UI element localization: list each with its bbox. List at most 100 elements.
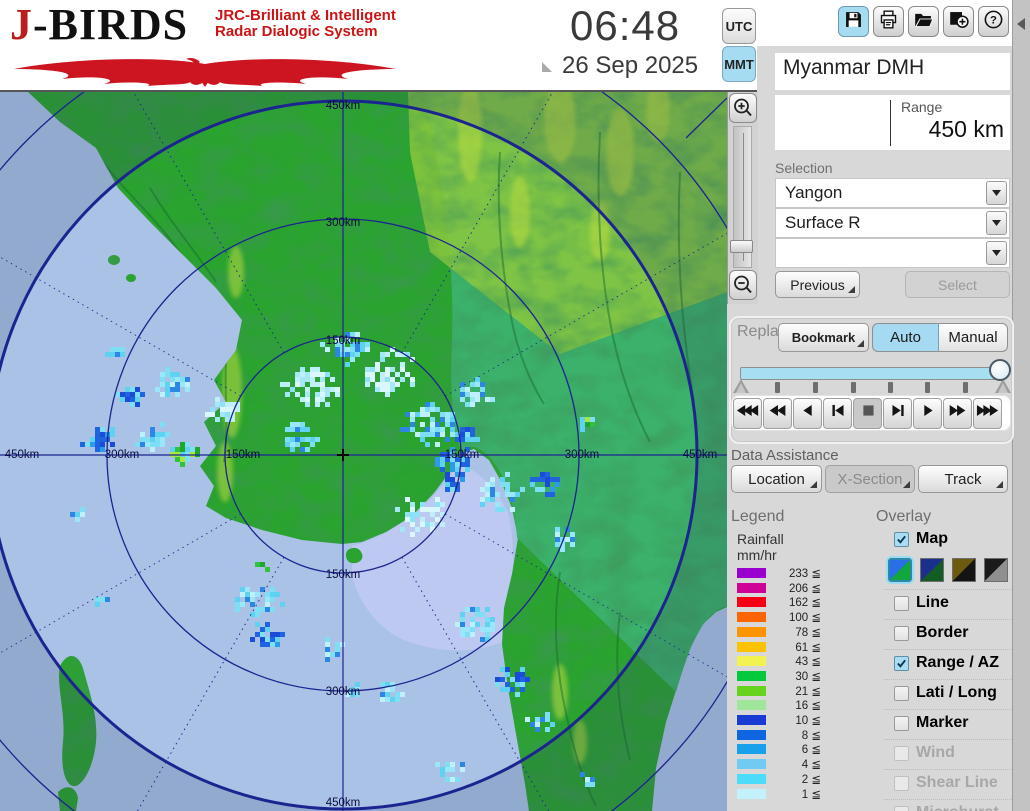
range-ring-label: 150km <box>326 569 361 581</box>
save-button[interactable] <box>838 6 869 37</box>
play-reverse-button[interactable] <box>793 397 822 429</box>
selection-dropdown-0[interactable]: Yangon <box>775 178 1010 208</box>
overlay-item-label: Lati / Long <box>916 684 997 701</box>
checkbox-line[interactable] <box>894 596 909 611</box>
zoom-slider-thumb[interactable] <box>730 240 753 253</box>
fast-rewind-3-button[interactable] <box>733 397 762 429</box>
select-button-label: Select <box>938 276 977 293</box>
collapse-left-icon[interactable] <box>1017 18 1025 30</box>
legend-swatch <box>737 788 766 799</box>
play-reverse-icon <box>796 404 820 422</box>
slider-tick <box>813 382 818 393</box>
zoom-out-button[interactable] <box>729 270 757 300</box>
manual-label: Manual <box>948 329 998 346</box>
legend-value: 2 ≦ <box>801 773 821 786</box>
checkbox-lati-long[interactable] <box>894 686 909 701</box>
overlay-list: Map Line Border Range / AZ Lati / Long Marker… <box>884 526 1012 811</box>
fast-rewind-button[interactable] <box>763 397 792 429</box>
map-style-swatch-3[interactable] <box>952 558 976 582</box>
timezone-button-utc[interactable]: UTC <box>722 8 756 44</box>
checkbox-map[interactable] <box>894 532 909 547</box>
panel-collapse-strip[interactable] <box>1012 0 1030 811</box>
location-button[interactable]: Location <box>731 465 822 493</box>
overlay-item-label: Wind <box>916 744 955 761</box>
toolbar: ? <box>838 6 1009 37</box>
play-button[interactable] <box>913 397 942 429</box>
checkbox-wind <box>894 746 909 761</box>
map-style-swatch-2[interactable] <box>920 558 944 582</box>
legend-row: 206 ≦ <box>731 581 827 596</box>
selection-dropdown-2[interactable] <box>775 238 1010 268</box>
step-back-icon <box>826 404 850 422</box>
legend-swatch <box>737 582 766 593</box>
legend-swatch <box>737 759 766 770</box>
chevron-down-icon[interactable] <box>986 181 1007 205</box>
clock-time: 06:48 <box>570 2 681 49</box>
legend-swatch <box>737 715 766 725</box>
auto-mode-button[interactable]: Auto <box>872 323 939 352</box>
legend-value: 4 ≦ <box>801 759 821 772</box>
chevron-down-icon[interactable] <box>986 241 1007 265</box>
station-name: Myanmar DMH <box>783 56 925 79</box>
previous-button[interactable]: Previous <box>775 271 860 298</box>
manual-mode-button[interactable]: Manual <box>939 323 1008 352</box>
legend-row: 61 ≦ <box>731 640 827 655</box>
track-button[interactable]: Track <box>918 465 1008 493</box>
replay-slider[interactable] <box>740 367 1004 380</box>
radar-map[interactable]: 450km 300km 150km 150km 300km 450km 450km 300km… <box>0 92 727 811</box>
legend-swatch <box>737 656 766 667</box>
capture-image-icon <box>948 9 969 35</box>
legend-row: 78 ≦ <box>731 625 827 640</box>
overlay-item-label: Shear Line <box>916 774 998 791</box>
fast-rewind-icon <box>766 404 790 422</box>
fast-forward-3-button[interactable] <box>973 397 1002 429</box>
open-folder-button[interactable] <box>908 6 939 37</box>
checkbox-marker[interactable] <box>894 716 909 731</box>
data-assistance-label: Data Assistance <box>731 447 839 464</box>
fast-forward-button[interactable] <box>943 397 972 429</box>
play-icon <box>916 404 940 422</box>
checkbox-shear-line <box>894 776 909 791</box>
legend-row: 4 ≦ <box>731 757 827 772</box>
legend-title-1: Rainfall <box>737 531 784 547</box>
map-style-swatch-1[interactable] <box>886 556 914 584</box>
legend-row: 100 ≦ <box>731 610 827 625</box>
zoom-in-button[interactable] <box>729 93 757 123</box>
bookmark-button[interactable]: Bookmark <box>778 323 869 352</box>
range-ring-label: 300km <box>326 686 361 698</box>
range-ring-label: 450km <box>326 100 361 112</box>
select-button[interactable]: Select <box>905 271 1010 298</box>
replay-slider-thumb[interactable] <box>989 359 1011 381</box>
resize-grip-icon[interactable] <box>542 62 552 72</box>
x-section-button[interactable]: X-Section <box>825 465 915 493</box>
map-style-swatch-4[interactable] <box>984 558 1008 582</box>
print-button[interactable] <box>873 6 904 37</box>
checkbox-border[interactable] <box>894 626 909 641</box>
timezone-toggle: UTC MMT <box>722 8 756 84</box>
legend-row: 162 ≦ <box>731 595 827 610</box>
range-ring-label: 450km <box>683 449 718 461</box>
range-ring-label: 150km <box>445 449 480 461</box>
legend-row: 21 ≦ <box>731 684 827 699</box>
legend-row: 43 ≦ <box>731 654 827 669</box>
step-back-button[interactable] <box>823 397 852 429</box>
legend-row: 30 ≦ <box>731 669 827 684</box>
legend-row: 6 ≦ <box>731 742 827 757</box>
help-button[interactable]: ? <box>978 6 1009 37</box>
legend-value: 1 ≦ <box>801 788 821 801</box>
overlay-row-lati-long: Lati / Long <box>884 679 1012 709</box>
timezone-button-mmt[interactable]: MMT <box>722 46 756 82</box>
step-forward-button[interactable] <box>883 397 912 429</box>
overlay-item-label: Line <box>916 594 949 611</box>
capture-image-button[interactable] <box>943 6 974 37</box>
slider-tick <box>851 382 856 393</box>
slider-tick <box>963 382 968 393</box>
selection-dropdown-1[interactable]: Surface R <box>775 208 1010 238</box>
checkbox-range-az[interactable] <box>894 656 909 671</box>
legend-swatch <box>737 568 766 578</box>
chevron-down-icon[interactable] <box>986 211 1007 235</box>
overlay-row-wind: Wind <box>884 739 1012 769</box>
map-style-row <box>884 555 1012 589</box>
stop-button[interactable] <box>853 397 882 429</box>
overlay-row-range-az: Range / AZ <box>884 649 1012 679</box>
